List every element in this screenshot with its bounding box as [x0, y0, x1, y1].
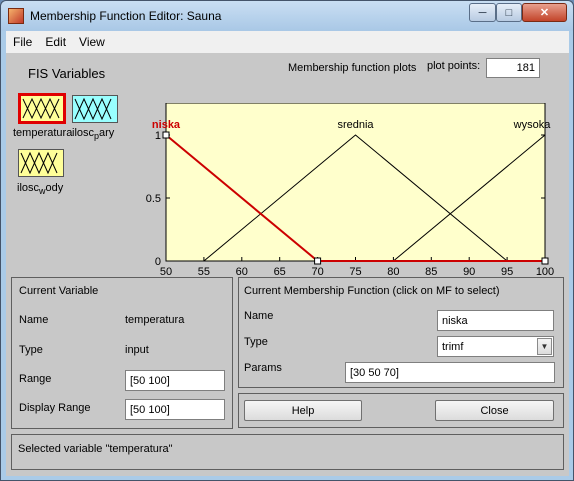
- title-bar[interactable]: Membership Function Editor: Sauna ─ □ ✕: [1, 1, 573, 31]
- mf-label-srednia[interactable]: srednia: [337, 119, 374, 131]
- cv-type-label: Type: [19, 344, 43, 356]
- mf-name-label: Name: [244, 310, 274, 322]
- client-area: File Edit View FIS Variables temperatura: [6, 31, 569, 476]
- current-variable-heading: Current Variable: [19, 285, 99, 297]
- plot-points-input[interactable]: 181: [486, 58, 540, 78]
- cv-display-range-input[interactable]: [50 100]: [125, 399, 225, 420]
- mf-vertex-handle[interactable]: [541, 257, 549, 265]
- mf-name-input[interactable]: niska: [437, 310, 554, 331]
- fis-variables-heading: FIS Variables: [28, 66, 106, 81]
- minimize-button[interactable]: ─: [469, 3, 496, 22]
- variable-temperatura-icon[interactable]: [18, 93, 66, 124]
- variable-ilosc-wody-label: iloscwody: [17, 182, 64, 197]
- variable-ilosc-pary-label: iloscpary: [72, 127, 115, 142]
- close-button[interactable]: Close: [435, 400, 554, 421]
- mf-params-input[interactable]: [30 50 70]: [345, 362, 555, 383]
- help-button[interactable]: Help: [244, 400, 362, 421]
- chevron-down-icon[interactable]: ▼: [537, 338, 552, 355]
- cv-display-range-label: Display Range: [19, 402, 91, 414]
- plot-svg: 00.5150556065707580859095100input variab…: [146, 102, 554, 293]
- cv-name-label: Name: [19, 314, 49, 326]
- mf-type-value: trimf: [442, 341, 464, 353]
- cv-name-value: temperatura: [125, 314, 185, 326]
- mf-params-label: Params: [244, 362, 282, 374]
- maximize-button[interactable]: □: [496, 3, 522, 22]
- close-window-button[interactable]: ✕: [522, 3, 567, 22]
- current-mf-heading: Current Membership Function (click on MF…: [244, 285, 500, 297]
- plot-points-label: plot points:: [427, 60, 481, 72]
- mf-editor-window: Membership Function Editor: Sauna ─ □ ✕ …: [0, 0, 574, 481]
- matlab-app-icon: [8, 8, 24, 24]
- current-mf-panel: Current Membership Function (click on MF…: [238, 277, 564, 388]
- cv-range-label: Range: [19, 373, 52, 385]
- status-text: Selected variable "temperatura": [18, 443, 173, 455]
- buttons-panel: Help Close: [238, 393, 564, 428]
- menu-file[interactable]: File: [6, 35, 38, 49]
- membership-function-plot[interactable]: 00.5150556065707580859095100input variab…: [143, 102, 567, 293]
- y-tick-label: 0.5: [146, 193, 161, 205]
- mf-vertex-handle[interactable]: [162, 131, 170, 139]
- y-tick-label: 1: [155, 130, 161, 142]
- menu-edit[interactable]: Edit: [38, 35, 72, 49]
- mf-type-label: Type: [244, 336, 268, 348]
- mf-type-select[interactable]: trimf ▼: [437, 336, 554, 357]
- mf-vertex-handle[interactable]: [314, 257, 322, 265]
- window-title: Membership Function Editor: Sauna: [30, 9, 222, 23]
- status-bar: Selected variable "temperatura": [11, 434, 564, 470]
- menu-bar: File Edit View: [6, 31, 569, 53]
- cv-type-value: input: [125, 344, 149, 356]
- cv-range-input[interactable]: [50 100]: [125, 370, 225, 391]
- current-variable-panel: Current Variable Name temperatura Type i…: [11, 277, 233, 429]
- top-area: FIS Variables temperatura iloscpary ilos…: [6, 53, 569, 295]
- menu-view[interactable]: View: [72, 35, 111, 49]
- mf-label-niska[interactable]: niska: [152, 119, 181, 131]
- plot-title: Membership function plots: [288, 62, 417, 74]
- variable-ilosc-pary-icon[interactable]: [72, 95, 118, 123]
- variable-temperatura-label: temperatura: [13, 127, 73, 139]
- mf-label-wysoka[interactable]: wysoka: [513, 119, 552, 131]
- variable-ilosc-wody-icon[interactable]: [18, 149, 64, 177]
